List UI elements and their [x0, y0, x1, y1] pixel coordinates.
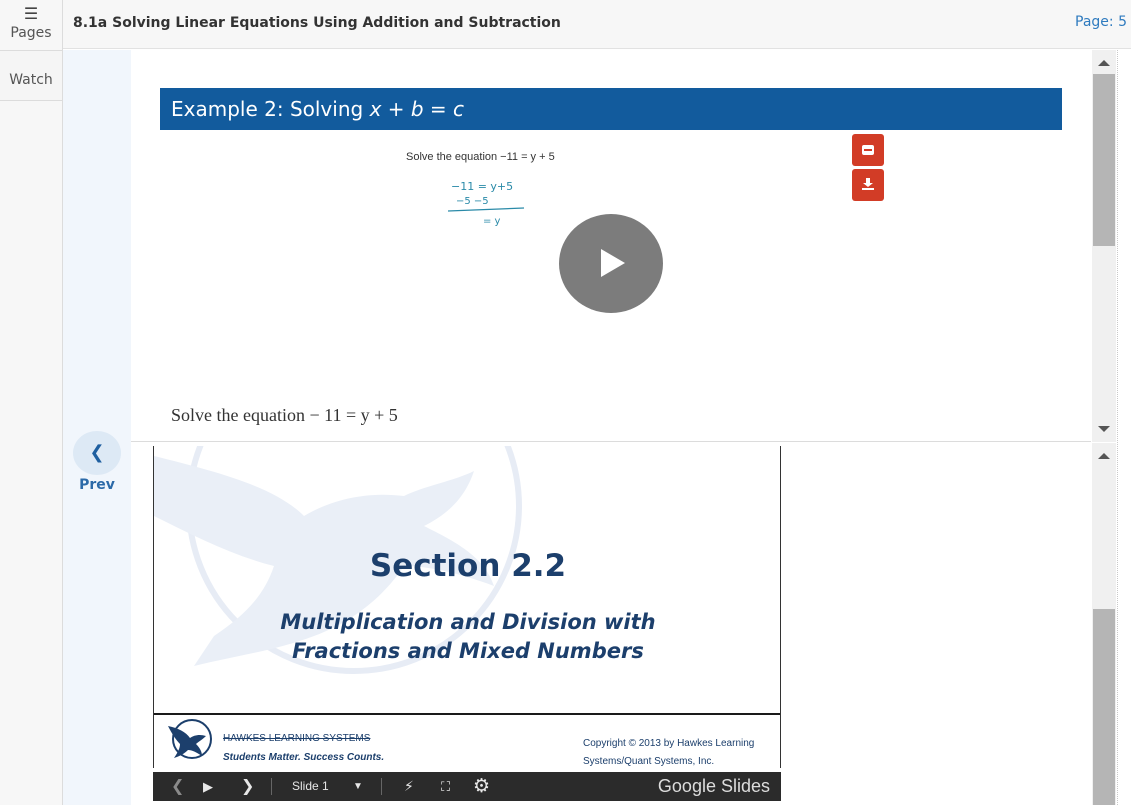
- handwriting-line-3: = y: [483, 216, 501, 227]
- slide-frame[interactable]: Section 2.2 Multiplication and Division …: [153, 446, 781, 768]
- example-title: Example 2: Solving: [171, 97, 370, 121]
- play-icon: [601, 249, 625, 277]
- handwriting-line-1: −11 = y+5: [451, 180, 513, 193]
- slide-copyright: Copyright © 2013 by Hawkes Learning Syst…: [583, 735, 773, 768]
- download-icon: [862, 178, 874, 190]
- page-title: 8.1a Solving Linear Equations Using Addi…: [73, 15, 561, 31]
- scroll-thumb[interactable]: [1093, 74, 1115, 246]
- prev-button[interactable]: ❮: [73, 431, 121, 475]
- prev-label[interactable]: Prev: [63, 477, 131, 493]
- slide-copyright-line-1: Copyright © 2013 by Hawkes Learning: [583, 738, 755, 749]
- google-slides-brand[interactable]: Google Slides: [658, 772, 770, 801]
- slide-copyright-line-2: Systems/Quant Systems, Inc.: [583, 756, 715, 767]
- slide-tagline: Students Matter. Success Counts.: [223, 752, 385, 763]
- scroll-thumb[interactable]: [1093, 609, 1115, 805]
- fullscreen-icon[interactable]: ⛶: [441, 772, 450, 801]
- slides-control-bar: ❮ ▶ ❯ Slide 1 ▼ ⚡ ⛶ ⚙ Google Slides: [153, 772, 781, 801]
- handwriting-line-2: −5 −5: [456, 196, 489, 207]
- handwritten-work: −11 = y+5 −5 −5 = y: [448, 180, 525, 227]
- equation-text: Solve the equation − 11 = y + 5: [171, 405, 398, 425]
- minimize-button[interactable]: [852, 134, 884, 166]
- control-separator: [381, 778, 382, 795]
- control-separator: [271, 778, 272, 795]
- chevron-down-icon[interactable]: ▼: [353, 772, 363, 801]
- next-slide-icon[interactable]: ❯: [241, 772, 254, 801]
- hawkes-logo: [168, 719, 212, 759]
- example-formula: x + b = c: [369, 97, 465, 121]
- slide-brand: HAWKES LEARNING SYSTEMS: [223, 733, 371, 744]
- scroll-up-icon[interactable]: [1098, 453, 1110, 459]
- left-rail: ☰ Pages Watch: [0, 0, 63, 805]
- page-indicator[interactable]: Page: 5: [1075, 14, 1127, 30]
- outer-frame-edge: [1117, 50, 1131, 805]
- gear-icon[interactable]: ⚙: [473, 772, 490, 801]
- slide-subtitle-line-2: Fractions and Mixed Numbers: [292, 639, 644, 663]
- watch-button[interactable]: Watch: [0, 50, 62, 101]
- scroll-down-icon[interactable]: [1098, 426, 1110, 432]
- pages-label: Pages: [10, 25, 52, 41]
- example-pane: Example 2: Solving x + b = c Solve the e…: [131, 50, 1091, 442]
- previous-slide-icon[interactable]: ❮: [171, 772, 184, 801]
- hamburger-icon: ☰: [23, 4, 39, 23]
- chevron-left-icon: ❮: [89, 442, 105, 462]
- play-slides-icon[interactable]: ▶: [203, 772, 213, 801]
- video-prompt: Solve the equation −11 = y + 5: [406, 151, 555, 163]
- minus-icon: [862, 145, 874, 155]
- slide-section-title: Section 2.2: [369, 548, 567, 584]
- slide-subtitle-line-1: Multiplication and Division with: [280, 610, 656, 634]
- scroll-up-icon[interactable]: [1098, 60, 1110, 66]
- upper-scrollbar[interactable]: [1092, 50, 1116, 442]
- example-banner: Example 2: Solving x + b = c: [160, 88, 1062, 130]
- pages-button[interactable]: ☰ Pages: [0, 6, 62, 48]
- slides-pane: Section 2.2 Multiplication and Division …: [131, 443, 1091, 805]
- prev-column: ❮ Prev: [63, 50, 131, 805]
- play-button[interactable]: [559, 214, 663, 313]
- lower-scrollbar[interactable]: [1092, 443, 1116, 805]
- slide-footer-divider: [154, 713, 780, 715]
- slide-subtitle: Multiplication and Division with Fractio…: [154, 608, 780, 666]
- download-button[interactable]: [852, 169, 884, 201]
- laser-pointer-icon[interactable]: ⚡: [404, 772, 414, 801]
- slide-selector[interactable]: Slide 1: [292, 772, 329, 801]
- page-header: 8.1a Solving Linear Equations Using Addi…: [63, 0, 1131, 49]
